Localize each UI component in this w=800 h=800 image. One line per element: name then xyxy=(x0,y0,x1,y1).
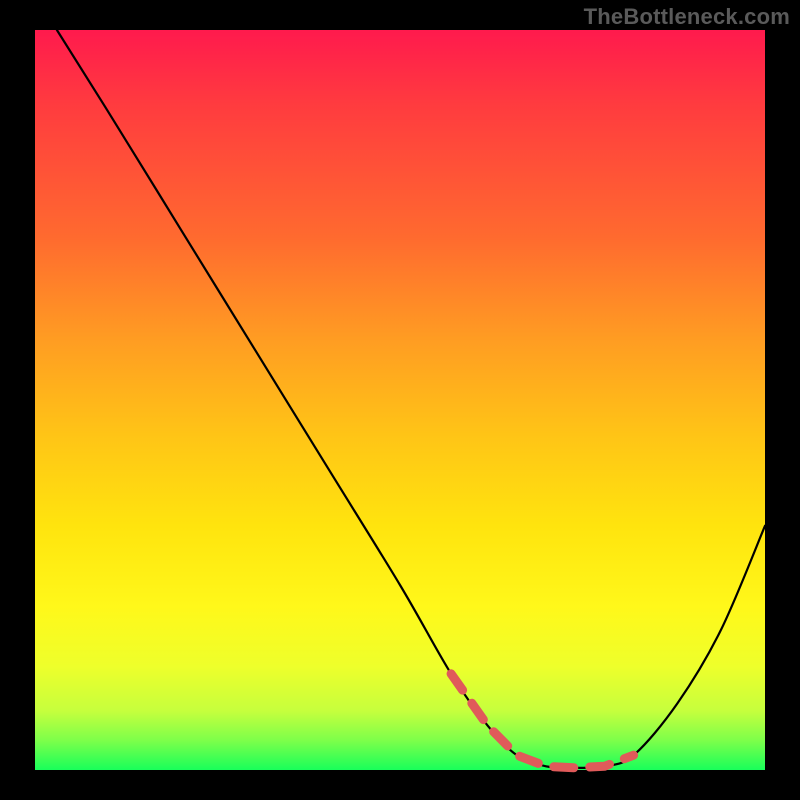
bottleneck-curve xyxy=(57,30,765,768)
curve-layer xyxy=(35,30,765,770)
highlight-segment xyxy=(451,674,633,768)
chart-frame: TheBottleneck.com xyxy=(0,0,800,800)
plot-area xyxy=(35,30,765,770)
watermark-text: TheBottleneck.com xyxy=(584,4,790,30)
